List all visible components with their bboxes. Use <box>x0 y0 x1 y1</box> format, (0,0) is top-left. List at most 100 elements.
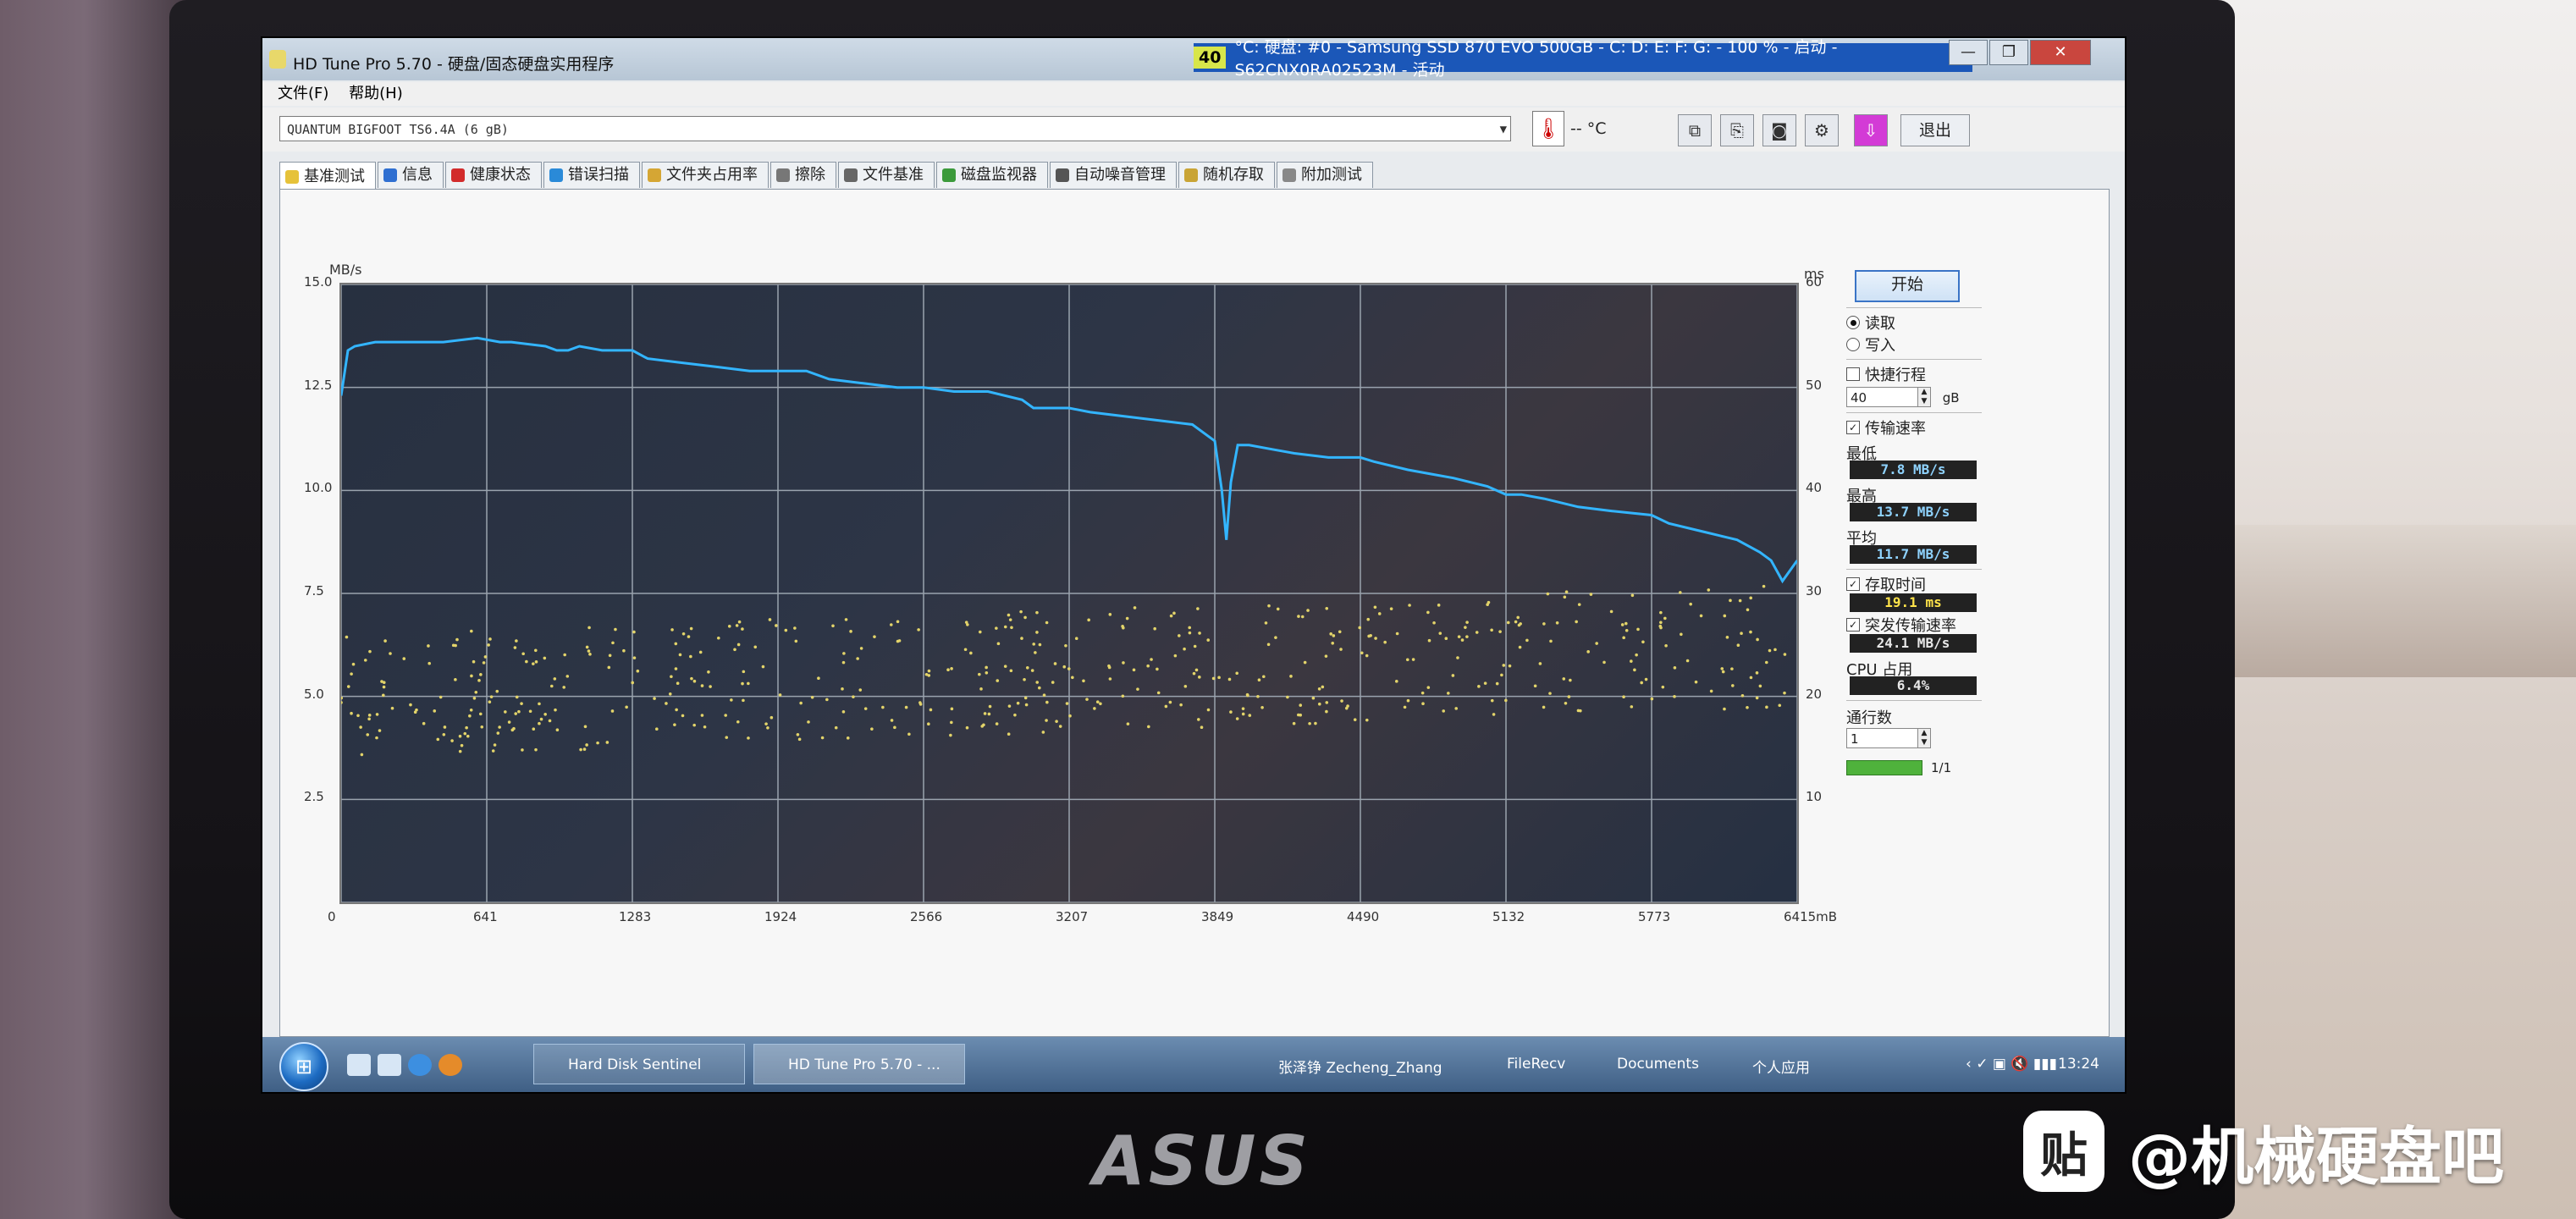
access-time-point <box>517 709 521 714</box>
firefox-icon[interactable] <box>439 1054 462 1076</box>
access-time-checkbox[interactable]: ✓ 存取时间 <box>1846 575 1990 594</box>
browser-icon[interactable] <box>408 1054 432 1076</box>
access-time-point <box>1659 621 1663 625</box>
y-tick-label: 12.5 <box>304 377 333 393</box>
access-time-point <box>1444 637 1448 640</box>
start-button[interactable]: 开始 <box>1855 270 1960 302</box>
access-time-point <box>1456 656 1459 659</box>
access-time-point <box>1538 662 1542 665</box>
access-time-point <box>1257 678 1261 682</box>
access-time-point <box>1664 643 1668 648</box>
tab-info[interactable]: 信息 <box>378 162 444 188</box>
access-time-point <box>675 708 678 712</box>
access-time-point <box>1630 659 1633 663</box>
burst-rate-checkbox[interactable]: ✓ 突发传输速率 <box>1846 615 1990 635</box>
spinner-icon[interactable]: ▲ ▼ <box>1917 388 1930 406</box>
access-time-point <box>969 651 973 655</box>
access-time-point <box>1564 590 1569 594</box>
access-time-point <box>929 708 933 712</box>
tab-erase[interactable]: 擦除 <box>770 162 836 188</box>
access-time-point <box>1085 698 1089 701</box>
menu-file[interactable]: 文件(F) <box>278 85 328 102</box>
access-time-point <box>654 727 659 731</box>
x-tick-label: 0 <box>328 909 336 924</box>
access-time-point <box>1783 653 1787 656</box>
toolbar-user-folder[interactable]: 张泽铮 Zecheng_Zhang <box>1278 1056 1442 1077</box>
toolbar-personal-apps[interactable]: 个人应用 <box>1752 1056 1810 1077</box>
access-time-point <box>665 702 668 705</box>
access-time-point <box>532 727 536 731</box>
copy-info-icon[interactable]: ⧉ <box>1678 114 1712 146</box>
short-stroke-checkbox[interactable]: 快捷行程 <box>1846 365 1990 384</box>
tab-extra-tests[interactable]: 附加测试 <box>1277 162 1373 188</box>
access-time-point <box>1723 614 1727 618</box>
access-time-point <box>1121 694 1125 698</box>
access-time-point <box>983 712 987 715</box>
access-time-point <box>543 712 547 716</box>
toolbar-filerecv[interactable]: FileRecv <box>1507 1056 1565 1073</box>
max-value: 13.7 MB/s <box>1850 503 1977 521</box>
exit-button[interactable]: 退出 <box>1900 114 1970 146</box>
copy-all-icon[interactable]: ⎘ <box>1720 114 1754 146</box>
short-stroke-input[interactable]: 40 ▲ ▼ <box>1846 387 1931 407</box>
access-time-point <box>1563 595 1567 599</box>
radio-unchecked-icon <box>1846 338 1860 351</box>
minimize-button[interactable]: — <box>1949 40 1988 65</box>
access-time-point <box>689 626 693 631</box>
tab-file-benchmark[interactable]: 文件基准 <box>838 162 935 188</box>
passes-input[interactable]: 1 ▲ ▼ <box>1846 728 1931 748</box>
access-time-point <box>443 725 447 729</box>
task-hd-tune[interactable]: HD Tune Pro 5.70 - ... <box>753 1044 965 1084</box>
access-time-point <box>1300 615 1305 619</box>
tieba-logo-icon: 贴 <box>2023 1111 2104 1192</box>
short-stroke-unit: gB <box>1942 390 1960 405</box>
spinner-icon[interactable]: ▲ ▼ <box>1917 729 1930 747</box>
explorer-icon[interactable] <box>378 1054 401 1076</box>
access-time-point <box>1292 721 1296 725</box>
access-time-point <box>673 723 676 726</box>
toolbar-documents[interactable]: Documents <box>1617 1056 1699 1073</box>
access-time-point <box>817 676 820 681</box>
y-tick-label-right: 30 <box>1806 583 1823 598</box>
read-radio[interactable]: 读取 <box>1846 313 1990 333</box>
access-time-point <box>1058 725 1062 728</box>
access-time-point <box>1746 705 1749 709</box>
access-time-point <box>1577 603 1581 606</box>
access-time-point <box>1023 677 1026 681</box>
x-tick-label: 1283 <box>619 909 652 924</box>
system-tray-icons[interactable]: ‹ ✓ ▣ 🔇 ▮▮▮ <box>1966 1056 2057 1073</box>
menu-help[interactable]: 帮助(H) <box>349 85 403 102</box>
access-time-point <box>890 719 894 722</box>
access-time-point <box>889 623 893 626</box>
tab-error-scan[interactable]: 错误扫描 <box>543 162 640 188</box>
access-time-point <box>1331 641 1335 645</box>
write-radio[interactable]: 写入 <box>1846 335 1990 355</box>
close-button[interactable]: ✕ <box>2030 40 2091 65</box>
access-time-point <box>841 660 846 665</box>
access-time-point <box>881 705 885 709</box>
access-time-point <box>1132 668 1136 672</box>
access-time-point <box>1008 618 1012 621</box>
tab-benchmark[interactable]: 基准测试 <box>279 162 376 190</box>
task-hard-disk-sentinel[interactable]: Hard Disk Sentinel <box>533 1044 745 1084</box>
show-desktop-icon[interactable] <box>347 1054 371 1076</box>
speaker-icon <box>1056 168 1069 182</box>
tab-folder-usage[interactable]: 文件夹占用率 <box>642 162 769 188</box>
options-icon[interactable]: ⚙ <box>1805 114 1839 146</box>
access-time-point <box>1783 691 1786 695</box>
screenshot-camera-icon[interactable]: ◙ <box>1762 114 1796 146</box>
drive-select[interactable]: QUANTUM BIGFOOT TS6.4A (6 gB) ▼ <box>279 116 1511 141</box>
transfer-rate-checkbox[interactable]: ✓ 传输速率 <box>1846 418 1990 438</box>
access-time-point <box>858 688 863 692</box>
tab-disk-monitor[interactable]: 磁盘监视器 <box>936 162 1048 188</box>
start-orb-windows-icon[interactable]: ⊞ <box>279 1042 328 1091</box>
maximize-button[interactable]: ❐ <box>1989 40 2028 65</box>
tab-random-access[interactable]: 随机存取 <box>1178 162 1275 188</box>
save-down-arrow-icon[interactable]: ⇩ <box>1854 114 1888 146</box>
tab-aam[interactable]: 自动噪音管理 <box>1050 162 1177 188</box>
burst-rate-value: 24.1 MB/s <box>1850 634 1977 653</box>
tab-health[interactable]: 健康状态 <box>445 162 542 188</box>
access-time-point <box>583 725 587 729</box>
access-time-point <box>534 660 538 664</box>
access-time-point <box>1432 621 1436 625</box>
